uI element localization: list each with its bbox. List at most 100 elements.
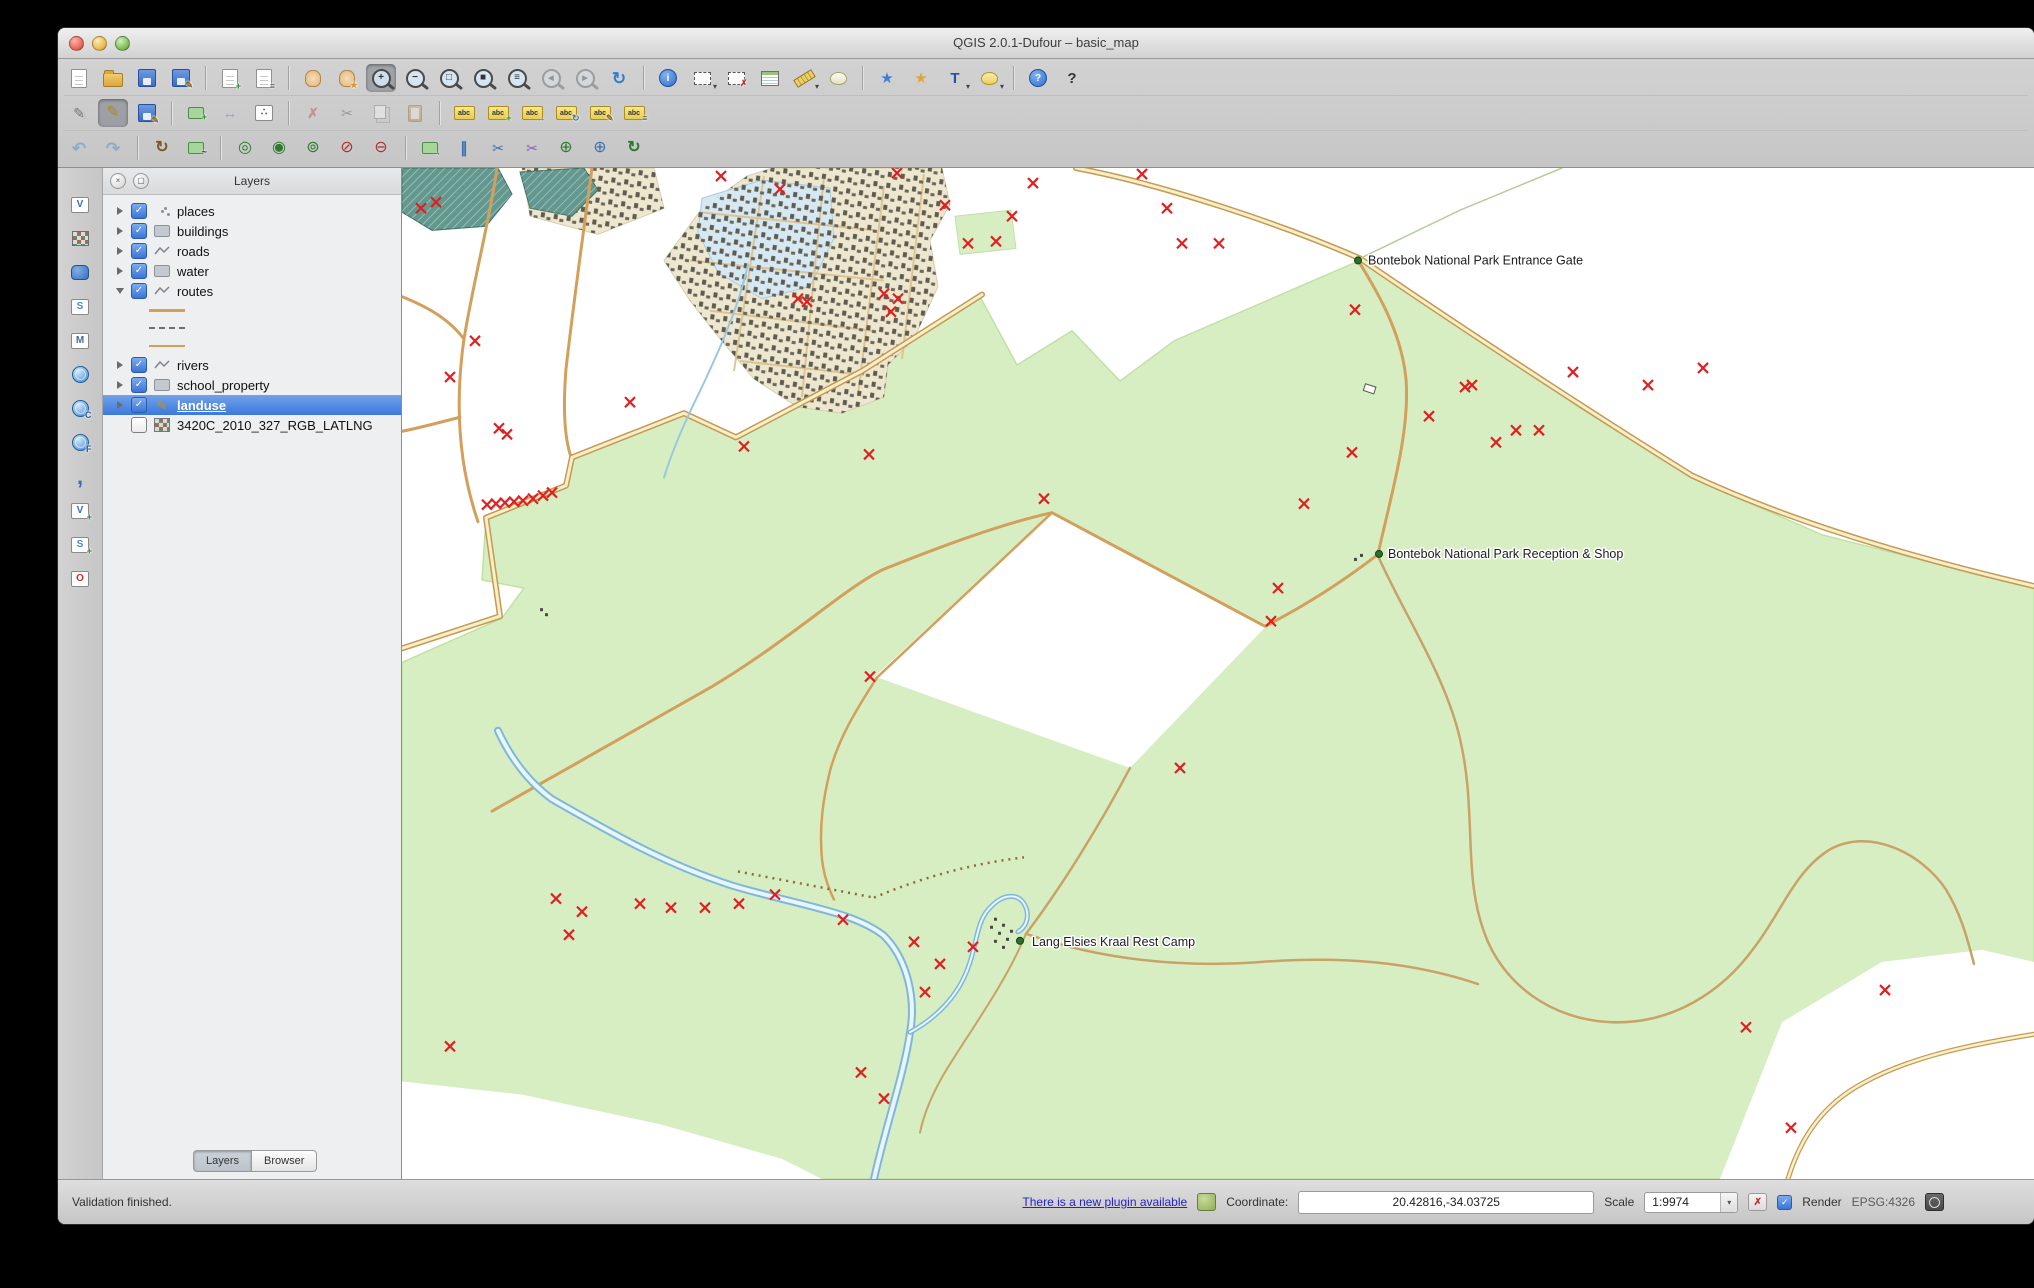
cut-features-button[interactable]: ✂ — [332, 99, 362, 127]
identify-features-button[interactable]: i — [653, 64, 683, 92]
chevron-right-icon[interactable] — [115, 247, 125, 255]
layer-checkbox[interactable]: ✓ — [131, 283, 147, 299]
chevron-right-icon[interactable] — [115, 227, 125, 235]
crs-status-icon[interactable] — [1925, 1193, 1944, 1211]
chevron-right-icon[interactable] — [115, 381, 125, 389]
add-spatialite-layer-button[interactable]: S — [66, 294, 94, 319]
add-mssql-layer-button[interactable]: M — [66, 328, 94, 353]
layer-checkbox[interactable] — [131, 417, 147, 433]
paste-features-button[interactable] — [400, 99, 430, 127]
add-wfs-layer-button[interactable]: F — [66, 430, 94, 455]
coordinate-input[interactable] — [1298, 1191, 1594, 1214]
whats-this-button[interactable]: ? — [1057, 64, 1087, 92]
toggle-editing-button[interactable]: ✎ — [98, 99, 128, 127]
zoom-to-selection-button[interactable]: ■ — [468, 64, 498, 92]
delete-selected-button[interactable]: ✗ — [298, 99, 328, 127]
layer-checkbox[interactable]: ✓ — [131, 397, 147, 413]
rotate-point-symbols-button[interactable]: ↻ — [619, 134, 649, 162]
new-bookmark-button[interactable]: ★ — [872, 64, 902, 92]
node-tool-button[interactable]: ∴ — [249, 99, 279, 127]
zoom-full-button[interactable]: □ — [434, 64, 464, 92]
label-properties-button[interactable]: abc≡ — [619, 99, 649, 127]
offset-curve-button[interactable]: ∥ — [449, 134, 479, 162]
save-project-button[interactable] — [132, 64, 162, 92]
measure-button[interactable]: ▾ — [789, 64, 819, 92]
new-print-composer-button[interactable]: + — [215, 64, 245, 92]
labeling-button[interactable]: abc — [449, 99, 479, 127]
open-project-button[interactable] — [98, 64, 128, 92]
layer-row-buildings[interactable]: ✓buildings — [103, 221, 401, 241]
deselect-features-button[interactable]: ✗ — [721, 64, 751, 92]
layer-row-roads[interactable]: ✓roads — [103, 241, 401, 261]
new-shapefile-layer-button[interactable]: V+ — [66, 498, 94, 523]
layer-checkbox[interactable]: ✓ — [131, 357, 147, 373]
zoom-out-button[interactable]: − — [400, 64, 430, 92]
text-annotation-button[interactable]: T▾ — [940, 64, 970, 92]
close-panel-icon[interactable]: × — [110, 173, 126, 189]
rotate-feature-button[interactable]: ↻ — [147, 134, 177, 162]
scale-combobox[interactable]: 1:9974 ▾ — [1644, 1192, 1738, 1213]
select-features-button[interactable]: ▾ — [687, 64, 717, 92]
layer-checkbox[interactable]: ✓ — [131, 263, 147, 279]
merge-features-button[interactable]: ⊕ — [551, 134, 581, 162]
layer-row-routes[interactable]: ✓routes — [103, 281, 401, 301]
save-project-as-button[interactable]: ✎ — [166, 64, 196, 92]
add-feature-button[interactable]: + — [181, 99, 211, 127]
add-ring-button[interactable]: ◎ — [230, 134, 260, 162]
zoom-button[interactable] — [115, 36, 130, 51]
layer-row-rivers[interactable]: ✓rivers — [103, 355, 401, 375]
copy-features-button[interactable] — [366, 99, 396, 127]
annotation-button[interactable]: ▾ — [974, 64, 1004, 92]
label-move-button[interactable]: abc↔ — [517, 99, 547, 127]
layer-row-water[interactable]: ✓water — [103, 261, 401, 281]
minimize-button[interactable] — [92, 36, 107, 51]
show-bookmarks-button[interactable]: ★ — [906, 64, 936, 92]
pan-to-selection-button[interactable]: ★ — [332, 64, 362, 92]
undo-button[interactable]: ↶ — [64, 134, 94, 162]
delete-ring-button[interactable]: ⊘ — [332, 134, 362, 162]
help-button[interactable]: ? — [1023, 64, 1053, 92]
plugin-manager-icon[interactable] — [1197, 1193, 1216, 1211]
tab-layers[interactable]: Layers — [193, 1150, 252, 1172]
fill-ring-button[interactable]: ⊚ — [298, 134, 328, 162]
zoom-in-button[interactable]: + — [366, 64, 396, 92]
label-rotate-button[interactable]: abc↻ — [551, 99, 581, 127]
simplify-feature-button[interactable]: ~ — [181, 134, 211, 162]
zoom-last-button[interactable]: ◀ — [536, 64, 566, 92]
layer-checkbox[interactable]: ✓ — [131, 243, 147, 259]
new-plugin-link[interactable]: There is a new plugin available — [1022, 1195, 1187, 1209]
pan-map-button[interactable] — [298, 64, 328, 92]
save-layer-edits-button[interactable]: ✎ — [132, 99, 162, 127]
new-spatialite-layer-button[interactable]: S+ — [66, 532, 94, 557]
float-panel-icon[interactable]: ▢ — [133, 173, 149, 189]
new-project-button[interactable] — [64, 64, 94, 92]
add-part-button[interactable]: ◉ — [264, 134, 294, 162]
map-refresh-button[interactable]: ↻ — [604, 64, 634, 92]
layer-row-places[interactable]: ✓places — [103, 201, 401, 221]
chevron-right-icon[interactable] — [115, 361, 125, 369]
redo-button[interactable]: ↷ — [98, 134, 128, 162]
layer-checkbox[interactable]: ✓ — [131, 223, 147, 239]
add-vector-layer-button[interactable]: V — [66, 192, 94, 217]
chevron-right-icon[interactable] — [115, 207, 125, 215]
merge-attributes-button[interactable]: ⊕ — [585, 134, 615, 162]
render-checkbox[interactable]: ✓ — [1777, 1195, 1792, 1210]
map-canvas[interactable]: Bontebok National Park Entrance GateBont… — [402, 168, 2034, 1179]
stop-rendering-icon[interactable]: ✗ — [1748, 1193, 1767, 1211]
add-wms-layer-button[interactable] — [66, 362, 94, 387]
split-parts-button[interactable]: ✂ — [517, 134, 547, 162]
layer-row-3420C_2010_327_RGB_LATLNG[interactable]: 3420C_2010_327_RGB_LATLNG — [103, 415, 401, 435]
layer-checkbox[interactable]: ✓ — [131, 377, 147, 393]
legend-symbol-row[interactable] — [103, 319, 401, 337]
reshape-features-button[interactable]: → — [415, 134, 445, 162]
add-wcs-layer-button[interactable]: C — [66, 396, 94, 421]
layer-row-landuse[interactable]: ✓✎landuse — [103, 395, 401, 415]
close-button[interactable] — [69, 36, 84, 51]
composer-manager-button[interactable]: ≡ — [249, 64, 279, 92]
chevron-down-icon[interactable] — [115, 288, 125, 294]
add-postgis-layer-button[interactable] — [66, 260, 94, 285]
add-delimited-text-layer-button[interactable]: , — [66, 464, 94, 489]
legend-symbol-row[interactable] — [103, 301, 401, 319]
zoom-next-button[interactable]: ▶ — [570, 64, 600, 92]
tab-browser[interactable]: Browser — [252, 1150, 317, 1172]
